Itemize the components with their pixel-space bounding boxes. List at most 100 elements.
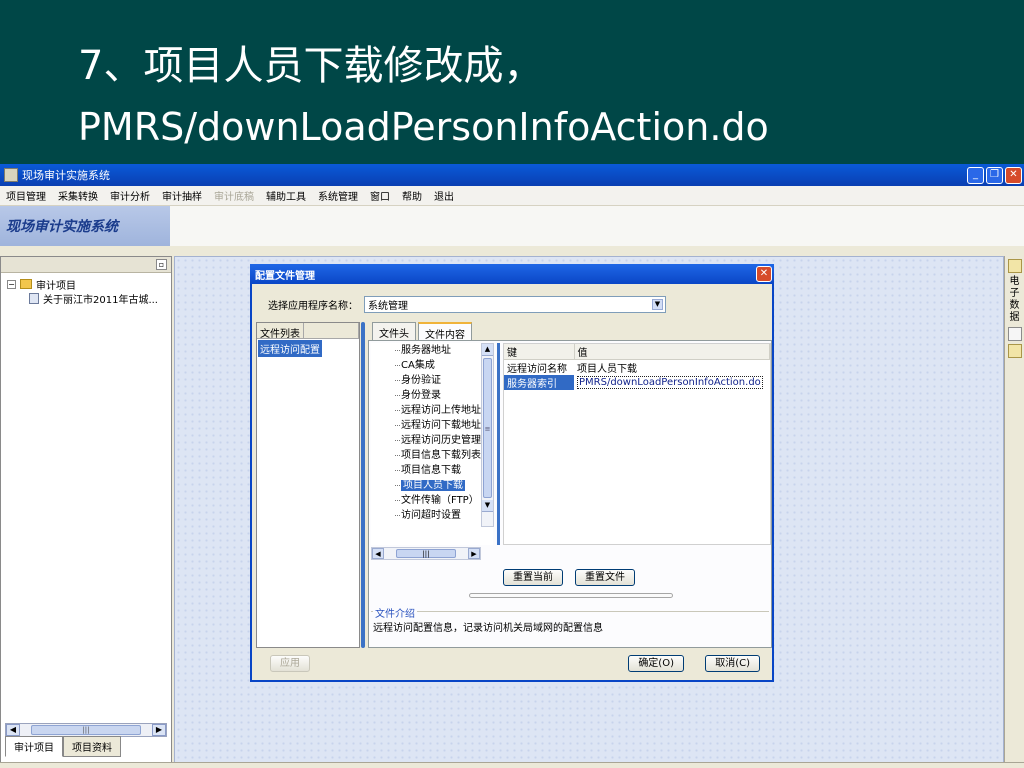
key-list-hscroll[interactable]: ◀ ||| ▶ xyxy=(371,547,481,560)
tab-panel: 服务器地址 CA集成 身份验证 身份登录 远程访问上传地址 远程访问下载地址 远… xyxy=(368,340,772,648)
document-icon xyxy=(29,292,39,304)
splitter-handle[interactable] xyxy=(469,593,673,598)
ok-button[interactable]: 确定(O) xyxy=(628,655,684,672)
table-cell-key: 服务器索引 xyxy=(504,375,574,390)
panel-icon[interactable] xyxy=(1007,327,1022,341)
minimize-icon[interactable]: _ xyxy=(967,166,984,184)
scroll-right-icon[interactable]: ▶ xyxy=(152,724,166,736)
collapse-icon[interactable]: − xyxy=(7,279,16,289)
table-cell-value[interactable]: 项目人员下载 xyxy=(574,360,770,375)
scroll-thumb[interactable]: ||| xyxy=(396,549,456,558)
file-info-title: 文件介绍 xyxy=(373,605,417,620)
app-select-row: 选择应用程序名称： 系统管理 ▼ xyxy=(268,296,666,313)
app-logo: 现场审计实施系统 xyxy=(0,206,170,246)
splitter[interactable] xyxy=(497,343,500,545)
scroll-thumb[interactable]: ≡ xyxy=(483,358,492,498)
key-item[interactable]: 远程访问下载地址 xyxy=(371,418,493,433)
key-value-table: 键 值 远程访问名称 项目人员下载 服务器索引 PMRS/downLoadPer… xyxy=(503,343,771,545)
scroll-left-icon[interactable]: ◀ xyxy=(6,724,20,736)
window-titlebar[interactable]: 现场审计实施系统 _ ❐ ✕ xyxy=(0,164,1024,186)
config-dialog: 配置文件管理 ✕ 选择应用程序名称： 系统管理 ▼ 文件列表 远程访问配置 文件… xyxy=(250,264,774,682)
table-cell-key: 远程访问名称 xyxy=(507,364,567,375)
key-list-vscroll[interactable]: ▲ ≡ ▼ xyxy=(481,343,494,527)
project-tree: − 审计项目 关于丽江市2011年古城... xyxy=(1,273,171,309)
left-panel-hscroll[interactable]: ◀ ||| ▶ xyxy=(5,723,167,737)
key-item[interactable]: 身份验证 xyxy=(371,373,493,388)
tab-project-materials[interactable]: 项目资料 xyxy=(63,736,121,757)
slide-title-line2: PMRS/downLoadPersonInfoAction.do xyxy=(78,105,769,149)
menu-item-exit[interactable]: 退出 xyxy=(434,188,454,203)
tree-root-label: 审计项目 xyxy=(36,280,76,292)
menu-bar: 项目管理 采集转换 审计分析 审计抽样 审计底稿 辅助工具 系统管理 窗口 帮助… xyxy=(0,186,1024,206)
file-list-header: 文件列表 xyxy=(257,323,359,340)
logo-text: 现场审计实施系统 xyxy=(6,219,118,235)
reset-file-button[interactable]: 重置文件 xyxy=(575,569,635,586)
dialog-titlebar[interactable]: 配置文件管理 ✕ xyxy=(250,264,774,284)
folder-icon xyxy=(20,279,32,289)
key-list: 服务器地址 CA集成 身份验证 身份登录 远程访问上传地址 远程访问下载地址 远… xyxy=(371,343,493,545)
menu-item-window[interactable]: 窗口 xyxy=(370,188,390,203)
window-title: 现场审计实施系统 xyxy=(22,169,110,182)
splitter[interactable] xyxy=(361,322,365,648)
column-header-value: 值 xyxy=(574,344,770,360)
key-item[interactable]: 身份登录 xyxy=(371,388,493,403)
left-panel-tabs: 审计项目 项目资料 xyxy=(5,736,121,757)
edit-icon[interactable] xyxy=(1007,344,1022,358)
scroll-down-icon[interactable]: ▼ xyxy=(482,500,493,512)
table-row-selected[interactable]: 服务器索引 PMRS/downLoadPersonInfoAction.do xyxy=(504,375,770,390)
key-item[interactable]: 服务器地址 xyxy=(371,343,493,358)
left-panel: ▫ − 审计项目 关于丽江市2011年古城... ◀ ||| ▶ 审计项目 项目… xyxy=(0,256,172,766)
menu-item-workpaper: 审计底稿 xyxy=(214,192,254,203)
key-item[interactable]: 项目信息下载列表 xyxy=(371,448,493,463)
table-row[interactable]: 远程访问名称 项目人员下载 xyxy=(504,360,770,375)
chevron-down-icon[interactable]: ▼ xyxy=(652,299,663,310)
key-item[interactable]: 远程访问上传地址 xyxy=(371,403,493,418)
select-label: 选择应用程序名称： xyxy=(268,301,358,312)
menu-item-help[interactable]: 帮助 xyxy=(402,188,422,203)
menu-item-project[interactable]: 项目管理 xyxy=(6,188,46,203)
data-icon[interactable] xyxy=(1007,259,1022,273)
slide-title-line1: 7、项目人员下载修改成， xyxy=(78,43,544,89)
right-strip: 电子数据 xyxy=(1004,256,1024,766)
menu-item-sampling[interactable]: 审计抽样 xyxy=(162,188,202,203)
tab-audit-project[interactable]: 审计项目 xyxy=(5,736,63,757)
scroll-thumb[interactable]: ||| xyxy=(31,725,141,735)
menu-item-analysis[interactable]: 审计分析 xyxy=(110,188,150,203)
menu-item-tools[interactable]: 辅助工具 xyxy=(266,188,306,203)
slide-title: 7、项目人员下载修改成， PMRS/downLoadPersonInfoActi… xyxy=(78,38,769,154)
right-strip-label[interactable]: 电子数据 xyxy=(1008,276,1022,324)
close-icon[interactable]: ✕ xyxy=(1005,166,1022,184)
dialog-close-icon[interactable]: ✕ xyxy=(756,266,772,282)
key-item[interactable]: CA集成 xyxy=(371,358,493,373)
file-list-item[interactable]: 远程访问配置 xyxy=(258,340,322,357)
table-cell-value-text[interactable]: PMRS/downLoadPersonInfoAction.do xyxy=(577,376,763,389)
file-list: 文件列表 远程访问配置 xyxy=(256,322,360,648)
app-select[interactable]: 系统管理 ▼ xyxy=(364,296,666,313)
selected-key-label: 项目人员下载 xyxy=(401,480,465,491)
table-cell-value[interactable]: PMRS/downLoadPersonInfoAction.do xyxy=(574,375,770,390)
key-item[interactable]: 文件传输（FTP） xyxy=(371,493,493,508)
scroll-up-icon[interactable]: ▲ xyxy=(482,344,493,356)
scroll-left-icon[interactable]: ◀ xyxy=(372,548,384,559)
tree-node-root[interactable]: − 审计项目 xyxy=(7,277,165,292)
file-info-group: 文件介绍 远程访问配置信息，记录访问机关局域网的配置信息 xyxy=(371,605,769,645)
tree-child-label: 关于丽江市2011年古城... xyxy=(43,294,158,306)
scroll-right-icon[interactable]: ▶ xyxy=(468,548,480,559)
reset-current-button[interactable]: 重置当前 xyxy=(503,569,563,586)
pin-icon[interactable]: ▫ xyxy=(156,259,167,270)
menu-item-system[interactable]: 系统管理 xyxy=(318,188,358,203)
key-item[interactable]: 访问超时设置 xyxy=(371,508,493,523)
key-item-selected[interactable]: 项目人员下载 xyxy=(371,478,493,493)
apply-button: 应用 xyxy=(270,655,310,672)
reset-button-bar: 重置当前 重置文件 xyxy=(503,569,635,586)
key-item[interactable]: 项目信息下载 xyxy=(371,463,493,478)
cancel-button[interactable]: 取消(C) xyxy=(705,655,760,672)
restore-icon[interactable]: ❐ xyxy=(986,166,1003,184)
file-list-header-label: 文件列表 xyxy=(257,323,304,340)
window-controls: _ ❐ ✕ xyxy=(967,166,1022,184)
table-header: 键 值 xyxy=(504,344,770,360)
tree-node-project[interactable]: 关于丽江市2011年古城... xyxy=(7,291,165,306)
banner: 现场审计实施系统 xyxy=(0,206,1024,246)
key-item[interactable]: 远程访问历史管理 xyxy=(371,433,493,448)
menu-item-collect[interactable]: 采集转换 xyxy=(58,188,98,203)
